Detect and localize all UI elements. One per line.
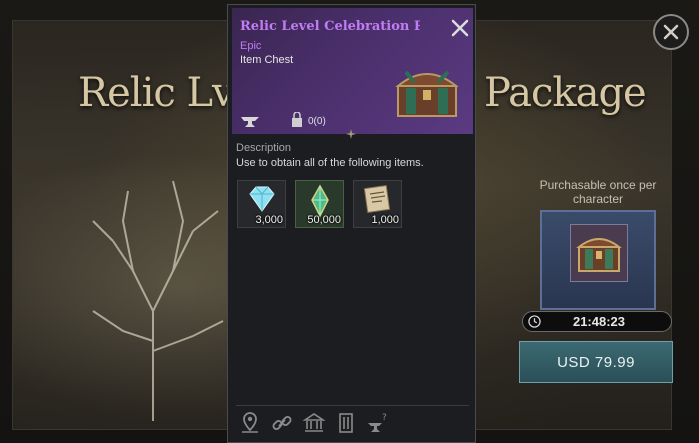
svg-text:?: ? (382, 413, 387, 423)
scroll-icon (363, 185, 391, 213)
tooltip-close-icon[interactable] (450, 18, 470, 38)
clock-icon (528, 315, 541, 328)
diamond-icon (249, 186, 275, 212)
package-thumbnail (570, 224, 628, 282)
item-type: Item Chest (240, 54, 294, 66)
item-quantity: 50,000 (307, 214, 341, 226)
item-quantity: 1,000 (371, 214, 399, 226)
tree-illustration (92, 180, 224, 421)
description-label: Description (236, 142, 292, 154)
package-card[interactable] (540, 210, 656, 310)
banner-title-right: Package (484, 70, 647, 116)
treasure-chest-icon (576, 238, 622, 272)
tooltip-header: Relic Level Celebration Package Epic Ite… (232, 8, 473, 134)
reward-item-crystal[interactable]: 50,000 (295, 180, 344, 228)
divider-ornament-icon (346, 129, 356, 139)
footer-divider (236, 405, 469, 406)
tooltip-footer-actions: ? (238, 411, 390, 435)
bank-icon[interactable] (302, 411, 326, 435)
unknown-anvil-icon[interactable]: ? (366, 411, 390, 435)
treasure-chest-icon (395, 70, 459, 117)
item-quantity: 3,000 (255, 214, 283, 226)
purchase-button[interactable]: USD 79.99 (519, 341, 673, 383)
reward-items: 3,000 50,000 1,000 (237, 180, 402, 228)
close-button[interactable] (653, 14, 689, 50)
reward-item-scroll[interactable]: 1,000 (353, 180, 402, 228)
banner-title-left: Relic Lv. (78, 70, 242, 116)
pillar-icon[interactable] (334, 411, 358, 435)
trade-count: 0(0) (308, 116, 326, 127)
item-name: Relic Level Celebration Package (240, 19, 420, 34)
timer-text: 21:48:23 (572, 314, 626, 329)
anvil-icon (241, 117, 259, 127)
location-icon[interactable] (238, 411, 262, 435)
link-icon[interactable] (270, 411, 294, 435)
purchase-limit-text: Purchasable once per character (539, 178, 657, 206)
item-grade: Epic (240, 40, 262, 52)
close-icon (663, 24, 679, 40)
reward-item-diamond[interactable]: 3,000 (237, 180, 286, 228)
description-text: Use to obtain all of the following items… (236, 157, 424, 169)
green-crystal-icon (311, 184, 329, 218)
item-tooltip: Relic Level Celebration Package Epic Ite… (227, 4, 476, 443)
trade-icon (292, 112, 302, 127)
countdown-timer: 21:48:23 (522, 311, 672, 332)
